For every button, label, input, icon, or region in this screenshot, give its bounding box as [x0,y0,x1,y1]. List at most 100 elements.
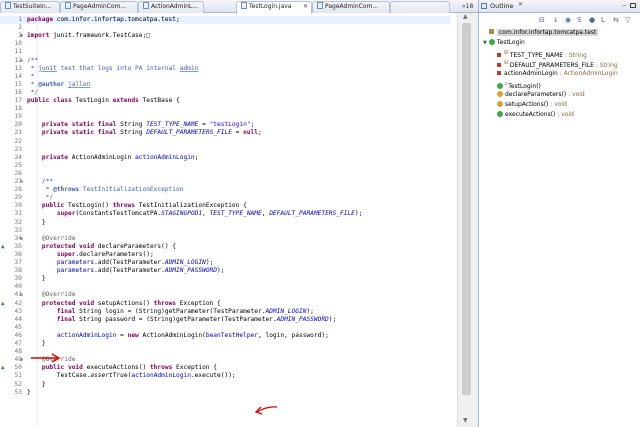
link-with-editor-icon[interactable]: ⇆ [613,16,619,24]
code-line[interactable]: 43 final String login = (String)getParam… [0,308,450,316]
code-line[interactable]: 16 */ [0,89,450,97]
code-line[interactable]: 33 [0,227,450,235]
hide-static-icon[interactable]: S [577,16,581,24]
code-line[interactable]: 37 parameters.add(TestParameter.ADMIN_LO… [0,259,450,267]
code-text[interactable]: @Override [27,235,76,243]
code-text[interactable]: TestCase.assertTrue(actionAdminLogin.exe… [27,372,236,380]
code-line[interactable]: 52 } [0,381,450,389]
outline-package-row[interactable]: com.infor.infortap.tomcatpa.test [489,28,599,37]
hide-local-types-icon[interactable]: L [601,16,605,24]
code-line[interactable]: 51 TestCase.assertTrue(actionAdminLogin.… [0,372,450,380]
code-line[interactable]: 13 * junit test that logs into PA intern… [0,65,450,73]
outline-member-row[interactable]: cTestLogin() [497,79,541,90]
code-line[interactable]: 36 super.declareParameters(); [0,251,450,259]
sort-icon[interactable]: ↓ [553,16,559,24]
code-line[interactable]: 12 ⊖ /** [0,57,450,65]
code-line[interactable]: 34 ⊖ @Override [0,235,450,243]
code-line[interactable]: 42 ▲ protected void setupActions() throws… [0,300,450,308]
code-text[interactable]: } [27,219,46,227]
code-line[interactable]: 48 [0,348,450,356]
code-text[interactable]: public class TestLogin extends TestBase … [27,97,180,105]
expand-fold-icon[interactable]: ⊕ [20,32,23,40]
code-line[interactable]: 45 [0,324,450,332]
code-line[interactable]: 10 [0,40,450,48]
tab-actionadmin[interactable]: ActionAdminL... [138,1,204,13]
code-text[interactable]: protected void declareParameters() { [27,243,176,251]
code-text[interactable]: * @throws TestInitializationException [27,186,184,194]
code-line[interactable]: 11 [0,48,450,56]
code-text[interactable]: actionAdminLogin = new ActionAdminLogin(… [27,332,329,340]
code-text[interactable]: } [27,389,31,397]
code-text[interactable]: final String password = (String)getParam… [27,316,336,324]
code-text[interactable]: * [27,73,35,81]
maximize-icon[interactable] [630,3,636,8]
outline-member-row[interactable]: executeActions() : void [497,110,574,119]
code-line[interactable]: 3 ⊕ import junit.framework.TestCase;□ [0,32,450,40]
override-marker-icon[interactable]: ▲ [1,300,5,308]
collapse-all-icon[interactable]: ⊟ [539,16,545,24]
scroll-up-arrow-icon[interactable]: ▲ [463,13,468,20]
view-menu-icon[interactable]: ▽ [625,16,630,24]
code-line[interactable]: 38 parameters.add(TestParameter.ADMIN_PA… [0,267,450,275]
code-text[interactable]: final String login = (String)getParamete… [27,308,314,316]
close-icon[interactable]: ✕ [303,2,308,12]
code-text[interactable]: super.declareParameters(); [27,251,154,259]
code-text[interactable]: } [27,340,46,348]
code-text[interactable]: private ActionAdminLogin actionAdminLogi… [27,154,198,162]
code-text[interactable]: import junit.framework.TestCase;□ [27,32,150,40]
code-line[interactable]: 15 * @author jallen [0,81,450,89]
code-text[interactable]: /** [27,57,38,65]
minimize-icon[interactable]: – [623,1,627,9]
code-line[interactable]: 32 } [0,219,450,227]
code-text[interactable]: parameters.add(TestParameter.ADMIN_PASSW… [27,267,225,275]
code-text[interactable]: protected void setupActions() throws Exc… [27,300,221,308]
override-marker-icon[interactable]: ▲ [1,364,5,372]
code-text[interactable]: * junit test that logs into PA internal … [27,65,199,73]
outline-title[interactable]: Outline [490,2,514,10]
collapse-fold-icon[interactable]: ⊖ [20,235,23,243]
scroll-down-arrow-icon[interactable]: ▼ [463,417,468,424]
code-line[interactable]: 47 } [0,340,450,348]
code-line[interactable]: 2 [0,24,450,32]
hide-fields-icon[interactable]: ◉ [565,16,571,24]
code-line[interactable]: 22 [0,138,450,146]
hide-non-public-icon[interactable]: ● [589,16,595,24]
collapse-fold-icon[interactable]: ⊖ [20,57,23,65]
code-text[interactable]: @Override [27,291,76,299]
code-line[interactable]: 27 ⊖ /** [0,178,450,186]
tab-more[interactable] [390,1,450,13]
code-line[interactable]: 25 [0,162,450,170]
code-text[interactable]: } [27,381,46,389]
code-line[interactable]: 24 private ActionAdminLogin actionAdminL… [0,154,450,162]
code-line[interactable]: 18 [0,105,450,113]
code-text[interactable]: private static final String DEFAULT_PARA… [27,129,262,137]
code-text[interactable]: */ [27,89,38,97]
collapse-fold-icon[interactable]: ⊖ [20,178,23,186]
tab-pageadmin-2[interactable]: PageAdminCom... [312,1,390,13]
code-line[interactable]: 23 [0,146,450,154]
code-line[interactable]: 14 * [0,73,450,81]
code-text[interactable]: } [27,275,46,283]
collapse-fold-icon[interactable]: ⊖ [20,356,23,364]
code-text[interactable]: super(ConstantsTestTomcatPA.STAGINGPOD1,… [27,210,363,218]
code-text[interactable]: package com.infor.infortap.tomcatpa.test… [27,16,180,24]
code-line[interactable]: 39 } [0,275,450,283]
code-line[interactable]: 1 package com.infor.infortap.tomcatpa.tes… [0,16,450,25]
close-icon[interactable]: ✕ [518,1,523,8]
tab-overflow-button[interactable]: »18 [462,1,473,12]
code-line[interactable]: 41 ⊖ @Override [0,291,450,299]
override-marker-icon[interactable]: ▲ [1,243,5,251]
code-text[interactable]: public TestLogin() throws TestInitializa… [27,202,247,210]
code-line[interactable]: 17 public class TestLogin extends TestBas… [0,97,450,105]
collapse-icon[interactable]: ▼ [483,40,487,46]
code-line[interactable]: 53} [0,389,450,397]
vertical-scrollbar[interactable]: ▲ ▼ [457,13,478,427]
code-text[interactable]: * @author jallen [27,81,91,89]
tab-pageadmin-1[interactable]: PageAdminCom... [60,1,138,13]
outline-member-row[interactable]: setupActions() : void [497,100,567,109]
code-line[interactable]: 46 actionAdminLogin = new ActionAdminLog… [0,332,450,340]
code-line[interactable]: 26 [0,170,450,178]
code-line[interactable]: 35 ▲ protected void declareParameters() { [0,243,450,251]
code-line[interactable]: 40 [0,283,450,291]
outline-member-row[interactable]: SFTEST_TYPE_NAME : String [497,48,587,59]
